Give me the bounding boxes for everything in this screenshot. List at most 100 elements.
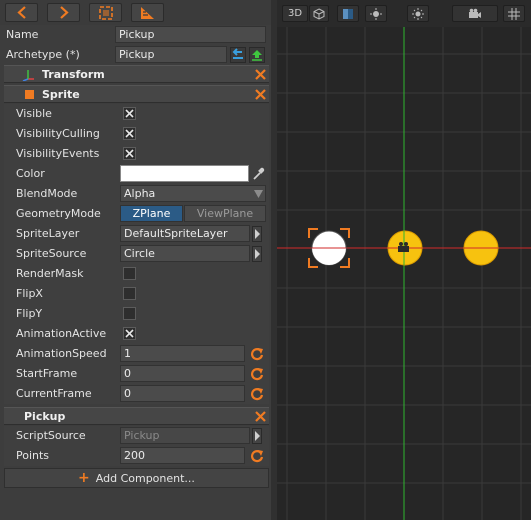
checkmark-icon xyxy=(125,129,134,138)
grid-button[interactable] xyxy=(503,5,525,22)
animation-speed-field[interactable]: 1 xyxy=(120,345,245,362)
prop-sprite-source: SpriteSource Circle xyxy=(0,244,271,264)
prop-label: ScriptSource xyxy=(16,429,86,442)
prop-color: Color xyxy=(0,164,271,184)
prop-label: CurrentFrame xyxy=(16,387,92,400)
snap-ruler-button[interactable] xyxy=(131,3,164,22)
snap-ruler-icon xyxy=(141,6,154,19)
visible-checkbox[interactable] xyxy=(123,107,136,120)
animation-active-checkbox[interactable] xyxy=(123,327,136,340)
back-button[interactable] xyxy=(5,3,38,22)
frame-select-button[interactable] xyxy=(89,3,122,22)
prop-label: SpriteLayer xyxy=(16,227,80,240)
forward-icon xyxy=(59,6,69,19)
camera-button[interactable] xyxy=(452,5,498,22)
prop-label: AnimationSpeed xyxy=(16,347,107,360)
remove-transform-icon[interactable] xyxy=(255,69,266,80)
inspector-toolbar xyxy=(0,0,271,25)
name-field[interactable]: Pickup xyxy=(115,26,266,43)
blend-mode-value: Alpha xyxy=(124,187,156,200)
eyedropper-icon[interactable] xyxy=(252,167,265,181)
pickup-center[interactable] xyxy=(387,230,423,266)
prop-label: SpriteSource xyxy=(16,247,87,260)
play-arrow-icon[interactable] xyxy=(252,428,262,444)
shading-button[interactable] xyxy=(337,5,359,22)
mode-3d-button[interactable]: 3D xyxy=(282,5,308,22)
sprite-icon xyxy=(25,90,34,99)
geometry-mode-viewplane[interactable]: ViewPlane xyxy=(184,205,266,222)
prop-label: Visible xyxy=(16,107,52,120)
prop-label: Points xyxy=(16,449,50,462)
transform-icon xyxy=(22,70,34,81)
prop-sprite-layer: SpriteLayer DefaultSpriteLayer xyxy=(0,224,271,244)
flip-y-checkbox[interactable] xyxy=(123,307,136,320)
geometry-mode-zplane[interactable]: ZPlane xyxy=(120,205,183,222)
reset-icon[interactable] xyxy=(249,366,265,382)
prop-label: GeometryMode xyxy=(16,207,101,220)
inspector-panel: Name Pickup Archetype (*) Pickup Transfo… xyxy=(0,0,271,520)
sprite-layer-field[interactable]: DefaultSpriteLayer xyxy=(120,225,250,242)
flip-x-checkbox[interactable] xyxy=(123,287,136,300)
cube-button[interactable] xyxy=(309,5,329,22)
checkmark-icon xyxy=(125,109,134,118)
points-field[interactable]: 200 xyxy=(120,447,245,464)
light-button[interactable] xyxy=(365,5,387,22)
prop-flip-x: FlipX xyxy=(0,284,271,304)
camera-icon xyxy=(469,8,481,18)
pickup-right[interactable] xyxy=(463,230,499,266)
prop-flip-y: FlipY xyxy=(0,304,271,324)
remove-pickup-icon[interactable] xyxy=(255,411,266,422)
prop-label: FlipX xyxy=(16,287,43,300)
revert-archetype-icon[interactable] xyxy=(230,47,246,63)
reset-icon[interactable] xyxy=(249,346,265,362)
prop-label: VisibilityCulling xyxy=(16,127,100,140)
script-source-field[interactable]: Pickup xyxy=(120,427,250,444)
prop-render-mask: RenderMask xyxy=(0,264,271,284)
current-frame-field[interactable]: 0 xyxy=(120,385,245,402)
reset-icon[interactable] xyxy=(249,448,265,464)
color-swatch[interactable] xyxy=(120,165,249,182)
prop-label: VisibilityEvents xyxy=(16,147,100,160)
transform-section-header[interactable]: Transform xyxy=(4,65,269,83)
play-arrow-icon[interactable] xyxy=(252,226,262,242)
start-frame-field[interactable]: 0 xyxy=(120,365,245,382)
sprite-section-header[interactable]: Sprite xyxy=(4,85,269,103)
prop-geometry-mode: GeometryMode ZPlane ViewPlane xyxy=(0,204,271,224)
upload-archetype-icon[interactable] xyxy=(249,47,265,63)
prop-animation-speed: AnimationSpeed 1 xyxy=(0,344,271,364)
remove-sprite-icon[interactable] xyxy=(255,89,266,100)
add-component-label: Add Component... xyxy=(95,472,195,485)
transform-title: Transform xyxy=(42,68,105,81)
scene-viewport[interactable]: 3D xyxy=(277,0,531,520)
sun-button[interactable] xyxy=(407,5,429,22)
prop-script-source: ScriptSource Pickup xyxy=(0,426,271,446)
visibility-culling-checkbox[interactable] xyxy=(123,127,136,140)
add-component-button[interactable]: + Add Component... xyxy=(4,468,269,488)
sun-icon xyxy=(412,8,424,20)
play-arrow-icon[interactable] xyxy=(252,246,262,262)
checkmark-icon xyxy=(125,149,134,158)
render-mask-checkbox[interactable] xyxy=(123,267,136,280)
viewport-grid xyxy=(277,0,531,520)
frame-select-icon xyxy=(98,5,113,20)
pickup-selected[interactable] xyxy=(308,228,350,268)
light-icon xyxy=(370,8,382,20)
prop-label: BlendMode xyxy=(16,187,78,200)
prop-start-frame: StartFrame 0 xyxy=(0,364,271,384)
blend-mode-dropdown[interactable]: Alpha xyxy=(120,185,266,202)
forward-button[interactable] xyxy=(47,3,80,22)
chevron-down-icon xyxy=(254,190,263,198)
grid-icon xyxy=(508,8,520,20)
visibility-events-checkbox[interactable] xyxy=(123,147,136,160)
archetype-row: Archetype (*) Pickup xyxy=(0,45,271,65)
prop-visible: Visible xyxy=(0,104,271,124)
pickup-section-header[interactable]: Pickup xyxy=(4,407,269,425)
prop-points: Points 200 xyxy=(0,446,271,466)
archetype-field[interactable]: Pickup xyxy=(115,46,227,63)
sprite-source-field[interactable]: Circle xyxy=(120,245,250,262)
reset-icon[interactable] xyxy=(249,386,265,402)
prop-label: AnimationActive xyxy=(16,327,107,340)
back-icon xyxy=(16,6,26,19)
archetype-label: Archetype (*) xyxy=(6,48,80,61)
prop-label: FlipY xyxy=(16,307,43,320)
